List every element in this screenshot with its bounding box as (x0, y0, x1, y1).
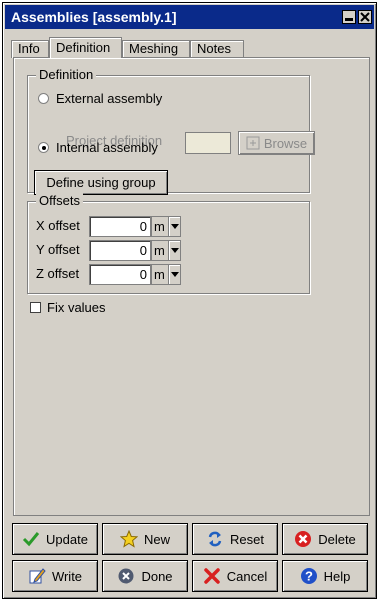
title-bar: Assemblies [assembly.1] (5, 5, 374, 29)
z-offset-unit-select[interactable]: m (151, 264, 181, 285)
cancel-label: Cancel (226, 568, 268, 584)
chevron-down-icon[interactable] (168, 265, 180, 284)
done-button[interactable]: Done (102, 560, 188, 592)
tab-meshing[interactable]: Meshing (122, 40, 190, 58)
define-using-group-button[interactable]: Define using group (34, 170, 168, 195)
fix-values-checkbox[interactable] (30, 302, 41, 314)
delete-button[interactable]: Delete (282, 523, 368, 555)
tab-notes[interactable]: Notes (190, 40, 244, 58)
tab-info[interactable]: Info (11, 40, 49, 58)
x-offset-unit: m (154, 219, 165, 234)
write-button[interactable]: Write (12, 560, 98, 592)
reset-arrows-icon (208, 531, 222, 547)
browse-button: Browse (238, 131, 315, 155)
offsets-group-title: Offsets (36, 193, 83, 209)
definition-group: Definition External assembly Project def… (27, 67, 315, 195)
tab-definition[interactable]: Definition (49, 37, 122, 58)
y-offset-label: Y offset (36, 242, 80, 257)
delete-x-icon (295, 531, 312, 547)
help-button[interactable]: ? Help (282, 560, 368, 592)
svg-text:?: ? (305, 569, 313, 584)
done-circle-x-icon (118, 568, 134, 584)
help-label: Help (323, 568, 351, 584)
z-offset-label: Z offset (36, 266, 80, 281)
definition-group-title: Definition (36, 67, 97, 83)
window-title: Assemblies [assembly.1] (11, 9, 177, 25)
z-offset-unit: m (154, 267, 165, 282)
close-icon (360, 12, 370, 22)
help-icon: ? (300, 568, 317, 584)
write-pencil-icon (29, 568, 46, 584)
checkmark-icon (22, 532, 40, 547)
y-offset-input[interactable]: 0 (89, 240, 151, 261)
x-offset-unit-select[interactable]: m (151, 216, 181, 237)
new-button[interactable]: New (102, 523, 188, 555)
external-assembly-option[interactable]: External assembly (38, 90, 162, 108)
browse-icon (246, 136, 260, 150)
fix-values-label: Fix values (47, 300, 106, 315)
z-offset-input[interactable]: 0 (89, 264, 151, 285)
cancel-button[interactable]: Cancel (192, 560, 278, 592)
chevron-down-icon[interactable] (168, 217, 180, 236)
done-label: Done (141, 568, 173, 584)
reset-label: Reset (230, 531, 264, 547)
new-label: New (143, 531, 170, 547)
external-assembly-label: External assembly (56, 91, 163, 106)
reset-button[interactable]: Reset (192, 523, 278, 555)
y-offset-unit-select[interactable]: m (151, 240, 181, 261)
internal-assembly-option[interactable]: Internal assembly (38, 139, 158, 157)
star-icon (119, 530, 138, 548)
delete-label: Delete (318, 531, 356, 547)
y-offset-unit: m (154, 243, 165, 258)
project-definition-field (185, 132, 231, 154)
x-offset-label: X offset (36, 218, 80, 233)
definition-panel: Definition External assembly Project def… (13, 57, 370, 516)
browse-label: Browse (263, 135, 308, 151)
internal-assembly-radio[interactable] (38, 142, 49, 154)
assemblies-window: Assemblies [assembly.1] Info Definition … (2, 2, 377, 599)
minimize-button[interactable] (342, 10, 356, 24)
x-offset-input[interactable]: 0 (89, 216, 151, 237)
external-assembly-radio[interactable] (38, 93, 49, 105)
update-label: Update (46, 531, 88, 547)
chevron-down-icon[interactable] (168, 241, 180, 260)
write-label: Write (51, 568, 83, 584)
fix-values-option[interactable]: Fix values (30, 300, 106, 316)
update-button[interactable]: Update (12, 523, 98, 555)
cancel-x-icon (204, 568, 220, 584)
internal-assembly-label: Internal assembly (56, 140, 158, 155)
offsets-group: Offsets X offset 0 m Y offset 0 m Z offs… (27, 193, 310, 294)
close-button[interactable] (358, 10, 372, 24)
